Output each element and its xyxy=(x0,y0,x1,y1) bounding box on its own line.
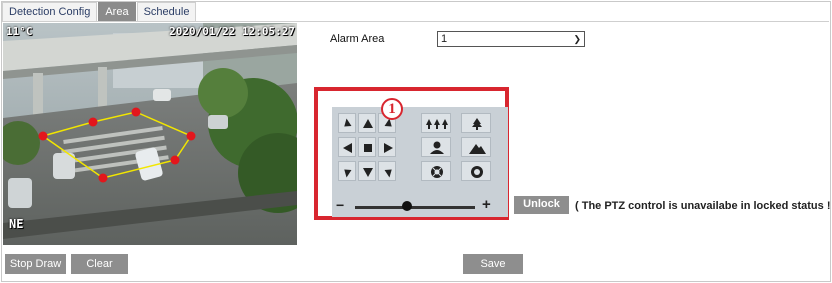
arrow-up-icon[interactable] xyxy=(358,113,376,133)
stop-icon[interactable] xyxy=(358,137,376,157)
tab-area[interactable]: Area xyxy=(98,2,136,22)
focus-far-icon[interactable] xyxy=(421,113,451,133)
tab-divider xyxy=(2,21,829,22)
tab-bar: Detection Config Area Schedule xyxy=(2,2,197,22)
arrow-up-left-icon[interactable] xyxy=(338,113,356,133)
zoom-out-button[interactable]: − xyxy=(336,197,344,213)
arrow-down-left-icon[interactable] xyxy=(338,161,356,181)
unlock-button[interactable]: Unlock xyxy=(514,196,569,214)
callout-badge: 1 xyxy=(381,98,403,120)
iris-open-icon[interactable] xyxy=(421,161,451,181)
landscape-icon[interactable] xyxy=(461,137,491,157)
stop-draw-button[interactable]: Stop Draw xyxy=(5,254,66,274)
alarm-area-value: 1 xyxy=(441,33,448,45)
alarm-area-label: Alarm Area xyxy=(330,33,385,45)
clear-button[interactable]: Clear xyxy=(71,254,128,274)
arrow-down-right-icon[interactable] xyxy=(378,161,396,181)
tab-detection-config[interactable]: Detection Config xyxy=(2,2,98,22)
ptz-panel: 1 − + xyxy=(314,87,509,220)
camera-scene xyxy=(3,23,297,245)
tab-schedule[interactable]: Schedule xyxy=(136,2,197,22)
arrow-down-icon[interactable] xyxy=(358,161,376,181)
zoom-in-button[interactable]: + xyxy=(482,196,491,213)
iris-close-icon[interactable] xyxy=(461,161,491,181)
video-preview[interactable]: 11°C 2020/01/22 12:05:27 NE xyxy=(3,23,297,245)
ptz-locked-note: ( The PTZ control is unavailabe in locke… xyxy=(575,200,832,212)
arrow-right-icon[interactable] xyxy=(378,137,396,157)
zoom-slider-track[interactable] xyxy=(355,206,475,209)
save-button[interactable]: Save xyxy=(463,254,523,274)
alarm-area-select[interactable]: 1 ❯ xyxy=(437,31,585,47)
focus-near-icon[interactable] xyxy=(461,113,491,133)
direction-overlay: NE xyxy=(9,217,24,231)
timestamp-overlay: 2020/01/22 12:05:27 xyxy=(169,25,295,38)
chevron-down-icon: ❯ xyxy=(573,34,581,44)
person-icon[interactable] xyxy=(421,137,451,157)
arrow-left-icon[interactable] xyxy=(338,137,356,157)
zoom-slider-handle[interactable] xyxy=(402,201,412,211)
temperature-overlay: 11°C xyxy=(6,25,33,38)
